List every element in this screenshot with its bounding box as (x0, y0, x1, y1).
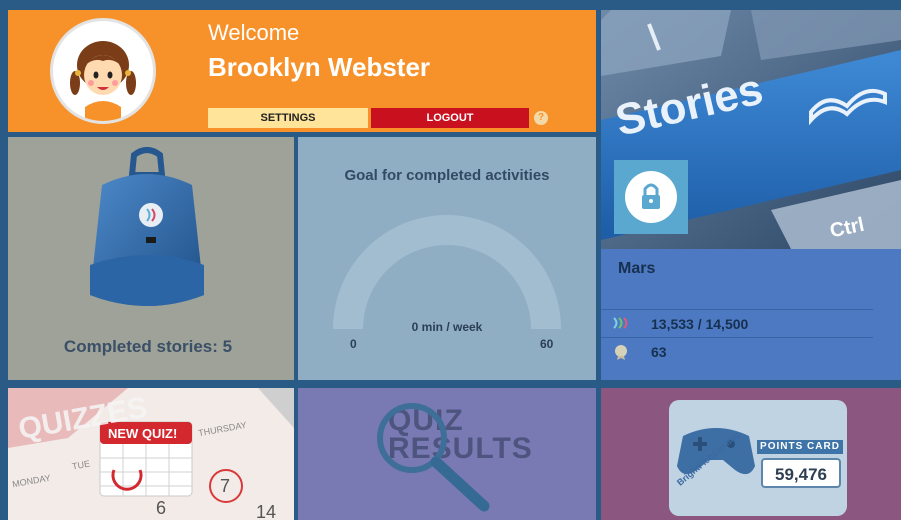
points-card-label: POINTS CARD (757, 440, 843, 454)
girl-avatar-icon (70, 41, 136, 121)
medal-icon (615, 345, 627, 360)
stories-tile[interactable]: Stories Ctrl (601, 10, 901, 249)
points-card-value: 59,476 (775, 465, 827, 484)
goal-title: Goal for completed activities (344, 167, 550, 184)
points-progress-text: 13,533 / 14,500 (651, 316, 749, 332)
lock-icon (642, 183, 660, 209)
points-value-box: 59,476 (761, 458, 841, 488)
goal-tile[interactable]: Goal for completed activities 0 min / we… (298, 137, 596, 380)
goal-gauge (333, 215, 561, 329)
completed-stories-label: Completed stories: 5 (63, 337, 233, 356)
welcome-label: Welcome (208, 20, 300, 45)
magnifying-glass-icon (377, 403, 490, 512)
help-icon[interactable]: ? (534, 111, 548, 125)
new-quiz-label: NEW QUIZ! (108, 426, 178, 441)
avatar[interactable] (50, 18, 156, 124)
quiz-results-tile[interactable]: QUIZ RESULTS (298, 388, 596, 520)
quizzes-tile[interactable]: QUIZZES NEW QUIZ! MONDAY TUE THURSDAY 7 … (8, 388, 294, 520)
gauge-max-label: 60 (540, 337, 554, 351)
stories-lock (614, 160, 688, 234)
logout-button[interactable]: LOGOUT (371, 108, 529, 128)
backpack-tile[interactable]: Completed stories: 5 (8, 137, 294, 380)
mars-panel[interactable]: Mars 13,533 / 14,500 63 (601, 249, 901, 380)
points-card-tile[interactable]: BrightFishGaming POINTS CARD 59,476 (601, 388, 901, 520)
open-book-icon (809, 89, 887, 126)
planet-title: Mars (618, 260, 656, 277)
user-name: Brooklyn Webster (208, 52, 431, 82)
signal-waves-icon (613, 317, 628, 329)
lock-circle (625, 171, 677, 223)
points-row: 13,533 / 14,500 (601, 309, 873, 337)
points-card: BrightFishGaming POINTS CARD 59,476 (669, 400, 847, 516)
gauge-min-label: 0 (350, 337, 357, 351)
calendar-date-fourteen: 14 (256, 502, 277, 520)
badges-count: 63 (651, 344, 667, 360)
backpack-icon (90, 147, 204, 306)
calendar-date-seven: 7 (220, 476, 231, 496)
goal-value-text: 0 min / week (411, 320, 483, 334)
badges-row: 63 (601, 337, 873, 365)
welcome-panel: Welcome Brooklyn Webster SETTINGS LOGOUT… (8, 10, 596, 132)
settings-button[interactable]: SETTINGS (208, 108, 368, 128)
calendar-date-six: 6 (156, 498, 167, 518)
